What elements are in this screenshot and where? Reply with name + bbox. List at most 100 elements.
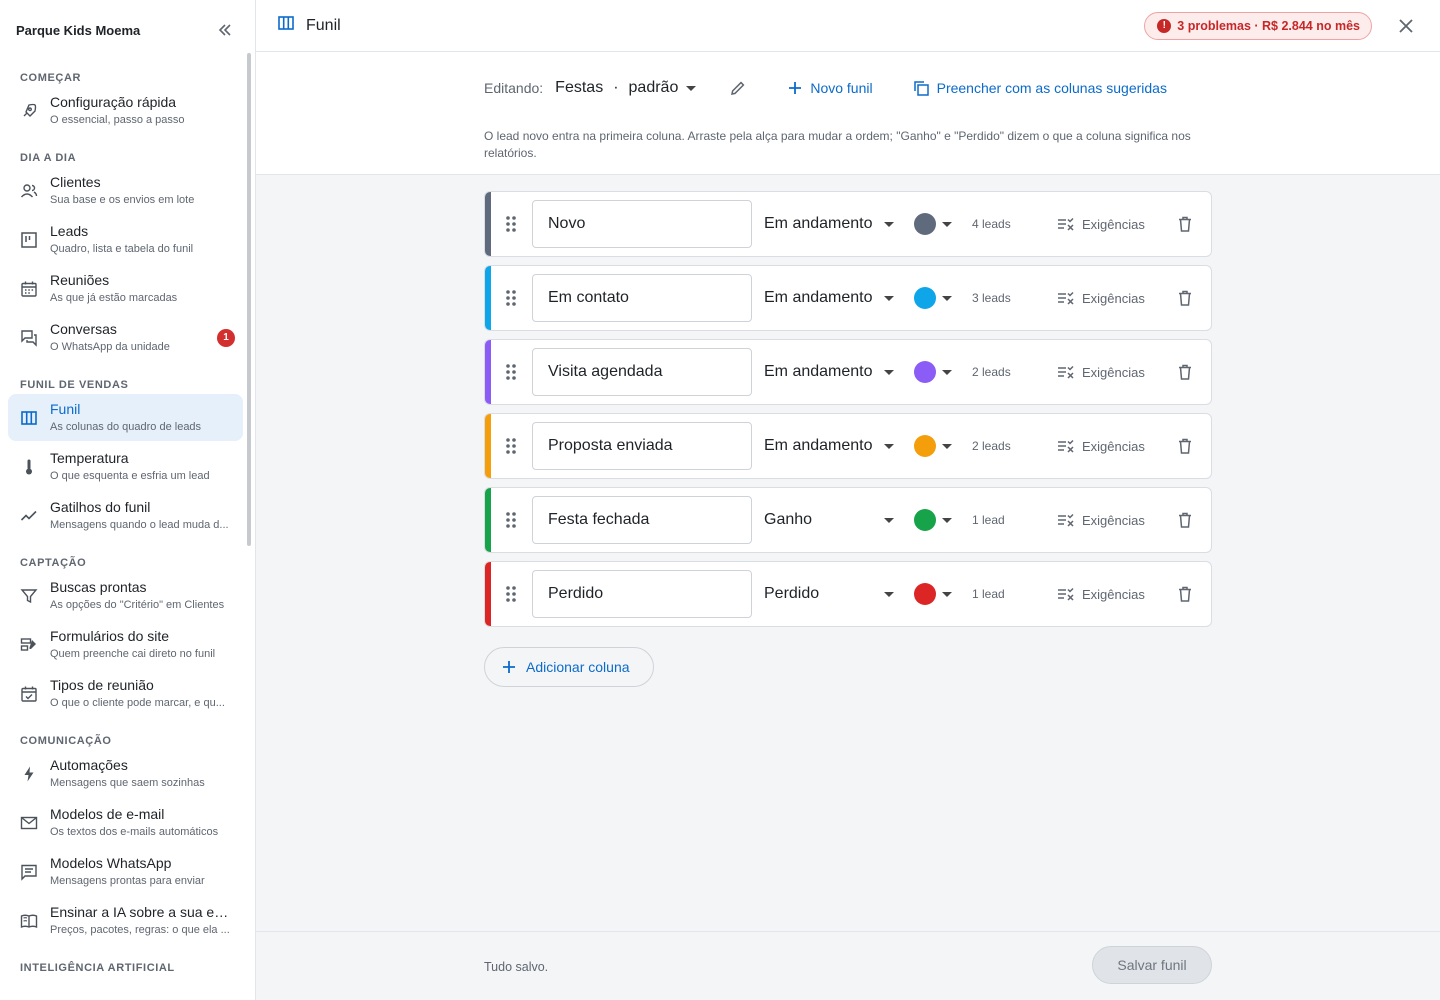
sidebar-item-subtitle: Mensagens quando o lead muda d... [50,519,229,531]
color-swatch [914,583,936,605]
trash-icon[interactable] [1175,214,1195,234]
trash-icon[interactable] [1175,584,1195,604]
drag-handle-icon[interactable] [503,214,519,234]
sidebar-scrollbar[interactable] [247,53,251,546]
save-funnel-button[interactable]: Salvar funil [1092,946,1212,984]
sidebar-item-subtitle: As que já estão marcadas [50,292,178,304]
sidebar-item-label: Reuniões [50,272,110,288]
column-name-input[interactable] [532,570,752,618]
column-name-input[interactable] [532,274,752,322]
requirements-icon [1058,439,1074,453]
sidebar-item-clientes[interactable]: Clientes Sua base e os envios em lote [8,167,243,214]
drag-handle-icon[interactable] [503,436,519,456]
edit-pencil-icon[interactable] [728,78,748,98]
requirements-button[interactable]: Exigências [1057,217,1145,232]
chevron-down-icon [884,585,894,603]
drag-handle-icon[interactable] [503,362,519,382]
column-name-input[interactable] [532,496,752,544]
sidebar-item-modelos-email[interactable]: Modelos de e-mail Os textos dos e-mails … [8,799,243,846]
plus-icon [789,82,802,94]
column-status-select[interactable]: Em andamento [764,215,894,233]
save-status: Tudo salvo. [484,959,549,974]
trash-icon[interactable] [1175,288,1195,308]
collapse-sidebar-icon[interactable] [215,20,235,40]
column-name-input[interactable] [532,348,752,396]
sidebar-item-funil[interactable]: Funil As colunas do quadro de leads [8,394,243,441]
sidebar-nav: COMEÇAR Configuração rápida O essencial,… [0,60,255,974]
chevron-down-icon [884,215,894,233]
requirements-button[interactable]: Exigências [1057,291,1145,306]
sidebar-item-formularios[interactable]: Formulários do site Quem preenche cai di… [8,621,243,668]
chevron-down-icon [884,511,894,529]
funnel-column-row: Em andamento 4 leads Exigências [484,191,1212,257]
requirements-button[interactable]: Exigências [1057,513,1145,528]
sidebar-item-automacoes[interactable]: Automações Mensagens que saem sozinhas [8,750,243,797]
requirements-label: Exigências [1082,586,1145,602]
chevron-down-icon [942,585,952,603]
requirements-icon [1058,365,1074,379]
add-column-button[interactable]: Adicionar coluna [484,647,654,687]
sidebar-item-conversas[interactable]: Conversas O WhatsApp da unidade 1 [8,314,243,361]
sidebar-item-gatilhos[interactable]: Gatilhos do funil Mensagens quando o lea… [8,492,243,539]
drag-handle-icon[interactable] [503,584,519,604]
sidebar-item-buscas[interactable]: Buscas prontas As opções do "Critério" e… [8,572,243,619]
sidebar-item-reunioes[interactable]: Reuniões As que já estão marcadas [8,265,243,312]
chevron-down-icon [942,363,952,381]
sidebar-item-subtitle: Mensagens que saem sozinhas [50,777,205,789]
column-status-select[interactable]: Em andamento [764,289,894,307]
sidebar-item-configuracao-rapida[interactable]: Configuração rápida O essencial, passo a… [8,87,243,134]
column-color-accent [485,266,491,330]
requirements-button[interactable]: Exigências [1057,587,1145,602]
sidebar-item-subtitle: As colunas do quadro de leads [50,421,202,433]
column-color-picker[interactable] [914,435,952,457]
column-color-picker[interactable] [914,213,952,235]
requirements-button[interactable]: Exigências [1057,439,1145,454]
chevron-down-icon [942,437,952,455]
sidebar-item-text: Modelos WhatsApp Mensagens prontas para … [50,854,235,889]
column-status-select[interactable]: Em andamento [764,363,894,381]
sidebar-item-text: Automações Mensagens que saem sozinhas [50,756,235,791]
funnel-name: Festas [555,79,604,96]
sidebar-item-text: Clientes Sua base e os envios em lote [50,173,235,208]
sidebar-item-subtitle: Mensagens prontas para enviar [50,875,205,887]
problems-badge[interactable]: ! 3 problemas · R$ 2.844 no mês [1144,11,1372,40]
close-icon[interactable] [1394,14,1418,38]
columns-list: Em andamento 4 leads Exigências Em andam… [256,175,1440,931]
trash-icon[interactable] [1175,362,1195,382]
trend-icon [18,505,40,527]
sidebar-item-ensinar-ia[interactable]: Ensinar a IA sobre a sua em... Preços, p… [8,897,243,944]
funnel-selector[interactable]: Festas · padrão [555,79,697,97]
requirements-button[interactable]: Exigências [1057,365,1145,380]
sidebar-item-text: Buscas prontas As opções do "Critério" e… [50,578,235,613]
color-swatch [914,361,936,383]
drag-handle-icon[interactable] [503,288,519,308]
trash-icon[interactable] [1175,436,1195,456]
column-color-picker[interactable] [914,583,952,605]
new-funnel-button[interactable]: Novo funil [788,80,873,96]
column-color-picker[interactable] [914,361,952,383]
sidebar-item-subtitle: Quem preenche cai direto no funil [50,648,216,660]
trash-icon[interactable] [1175,510,1195,530]
topbar: Funil ! 3 problemas · R$ 2.844 no mês [256,0,1440,52]
columns-icon [278,16,294,35]
column-color-picker[interactable] [914,509,952,531]
column-color-picker[interactable] [914,287,952,309]
column-status-select[interactable]: Perdido [764,585,894,603]
sidebar-item-tipos-reuniao[interactable]: Tipos de reunião O que o cliente pode ma… [8,670,243,717]
drag-handle-icon[interactable] [503,510,519,530]
funnel-column-row: Perdido 1 lead Exigências [484,561,1212,627]
column-status-value: Perdido [764,585,820,602]
funnel-column-row: Em andamento 3 leads Exigências [484,265,1212,331]
column-status-select[interactable]: Em andamento [764,437,894,455]
column-name-input[interactable] [532,422,752,470]
sidebar-item-temperatura[interactable]: Temperatura O que esquenta e esfria um l… [8,443,243,490]
lead-count: 1 lead [972,587,1005,601]
column-name-input[interactable] [532,200,752,248]
sidebar-item-subtitle: O que o cliente pode marcar, e qu... [50,697,225,709]
sidebar-item-leads[interactable]: Leads Quadro, lista e tabela do funil [8,216,243,263]
sidebar-section-title: COMUNICAÇÃO [20,735,112,747]
column-status-select[interactable]: Ganho [764,511,894,529]
column-status-value: Em andamento [764,289,873,306]
sidebar-item-modelos-whatsapp[interactable]: Modelos WhatsApp Mensagens prontas para … [8,848,243,895]
fill-suggested-button[interactable]: Preencher com as colunas sugeridas [913,80,1167,96]
